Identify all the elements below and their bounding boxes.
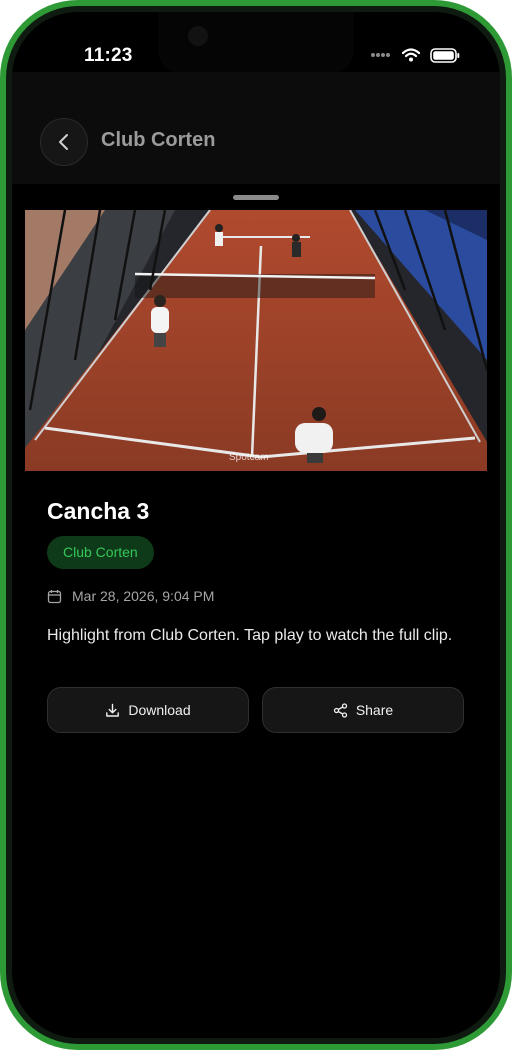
court-image — [25, 210, 487, 471]
share-button[interactable]: Share — [262, 687, 464, 733]
back-icon — [59, 134, 68, 150]
video-player[interactable]: Spotcam — [25, 210, 487, 471]
clip-date: Mar 28, 2026, 9:04 PM — [72, 588, 215, 604]
app-header: Club Corten — [12, 72, 500, 184]
player-3 — [215, 224, 223, 246]
player-4 — [292, 234, 301, 257]
clip-title: Cancha 3 — [47, 498, 150, 524]
wifi-icon — [402, 48, 420, 62]
screen: 11:23 Club Corten Spotcam Cancha 3 Club … — [12, 12, 500, 1038]
clip-description: Highlight from Club Corten. Tap play to … — [47, 627, 453, 644]
download-icon — [106, 703, 120, 717]
notch — [158, 12, 354, 74]
date-row: Mar 28, 2026, 9:04 PM — [47, 587, 214, 605]
sheet-handle[interactable] — [233, 195, 279, 200]
share-label: Share — [355, 702, 394, 718]
download-button[interactable]: Download — [47, 687, 249, 733]
status-icons — [370, 47, 460, 63]
header-title: Club Corten — [101, 129, 216, 151]
camera-lens — [188, 26, 208, 46]
share-icon — [333, 702, 347, 718]
back-button[interactable] — [40, 118, 88, 166]
status-time: 11:23 — [84, 45, 133, 66]
battery-icon — [430, 47, 460, 63]
video-watermark: Spotcam — [229, 452, 269, 463]
calendar-icon — [47, 589, 62, 603]
signal-dots-icon — [371, 53, 390, 57]
club-chip[interactable]: Club Corten — [47, 536, 154, 569]
status-bar: 11:23 — [12, 12, 500, 74]
download-label: Download — [128, 702, 191, 718]
